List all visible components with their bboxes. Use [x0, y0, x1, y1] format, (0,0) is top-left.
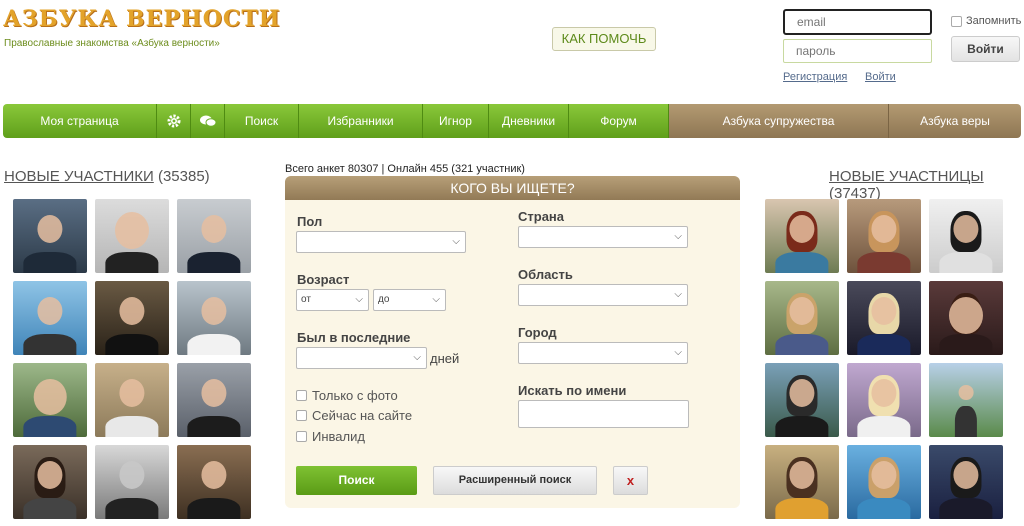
online-now-label: Сейчас на сайте — [312, 408, 413, 423]
chevron-down-icon: ⌵ — [674, 289, 682, 300]
member-photo[interactable] — [95, 445, 169, 519]
member-photo[interactable] — [177, 445, 251, 519]
member-photo[interactable] — [13, 445, 87, 519]
age-from-select[interactable]: от ⌵ — [296, 289, 369, 311]
search-button[interactable]: Поиск — [296, 466, 417, 495]
age-to-value: до — [378, 294, 390, 305]
nav-faith[interactable]: Азбука веры — [889, 104, 1021, 138]
member-photo[interactable] — [929, 281, 1003, 355]
new-members-count: (35385) — [157, 168, 210, 185]
member-photo[interactable] — [13, 281, 87, 355]
new-women-title[interactable]: НОВЫЕ УЧАСТНИЦЫ (37437) — [829, 168, 1024, 202]
only-photo-label: Только с фото — [312, 388, 398, 403]
new-women-link[interactable]: НОВЫЕ УЧАСТНИЦЫ — [829, 168, 984, 185]
search-panel: КОГО ВЫ ИЩЕТЕ? Пол ⌵ Возраст от ⌵ до ⌵ Был… — [285, 176, 740, 508]
member-photo[interactable] — [177, 363, 251, 437]
gender-label: Пол — [297, 214, 323, 229]
chevron-down-icon: ⌵ — [674, 231, 682, 242]
region-label: Область — [518, 267, 573, 282]
remember-me[interactable]: Запомнить — [951, 15, 1021, 27]
last-seen-select[interactable]: ⌵ — [296, 347, 427, 369]
country-label: Страна — [518, 209, 565, 224]
member-photo[interactable] — [95, 281, 169, 355]
member-photo[interactable] — [177, 199, 251, 273]
member-photo[interactable] — [95, 363, 169, 437]
advanced-search-button[interactable]: Расширенный поиск — [433, 466, 597, 495]
online-now-option[interactable]: Сейчас на сайте — [296, 408, 412, 423]
member-photo[interactable] — [847, 281, 921, 355]
nav-favorites[interactable]: Избранники — [299, 104, 423, 138]
site-tagline: Православные знакомства «Азбука верности… — [4, 38, 220, 49]
member-photo[interactable] — [765, 281, 839, 355]
last-seen-label: Был в последние — [297, 330, 411, 345]
password-field[interactable] — [783, 39, 932, 63]
member-photo[interactable] — [929, 363, 1003, 437]
member-photo[interactable] — [177, 281, 251, 355]
site-logo[interactable]: АЗБУКА ВЕРНОСТИ — [3, 6, 281, 32]
remember-label: Запомнить — [966, 15, 1022, 27]
chevron-down-icon: ⌵ — [674, 347, 682, 358]
nav-my-page[interactable]: Моя страница — [3, 104, 157, 138]
name-search-input[interactable] — [518, 400, 689, 428]
member-photo[interactable] — [847, 363, 921, 437]
nav-search[interactable]: Поиск — [225, 104, 299, 138]
chevron-down-icon: ⌵ — [432, 294, 440, 305]
country-select[interactable]: ⌵ — [518, 226, 688, 248]
gender-select[interactable]: ⌵ — [296, 231, 466, 253]
chevron-down-icon: ⌵ — [355, 294, 363, 305]
only-photo-checkbox[interactable] — [296, 390, 307, 401]
member-photo[interactable] — [929, 445, 1003, 519]
search-title: КОГО ВЫ ИЩЕТЕ? — [285, 176, 740, 200]
name-search-label: Искать по имени — [518, 383, 627, 398]
age-from-value: от — [301, 294, 311, 305]
enter-link[interactable]: Войти — [865, 71, 896, 83]
email-field[interactable] — [783, 9, 932, 35]
member-photo[interactable] — [95, 199, 169, 273]
age-label: Возраст — [297, 272, 350, 287]
site-stats: Всего анкет 80307 | Онлайн 455 (321 учас… — [285, 163, 525, 175]
new-women-grid — [765, 199, 1003, 519]
member-photo[interactable] — [13, 199, 87, 273]
main-nav: Моя страница Поиск Избранники Игнор Днев… — [3, 104, 1021, 138]
new-members-link[interactable]: НОВЫЕ УЧАСТНИКИ — [4, 168, 154, 185]
register-link[interactable]: Регистрация — [783, 71, 847, 83]
city-label: Город — [518, 325, 557, 340]
help-button[interactable]: КАК ПОМОЧЬ — [552, 27, 656, 51]
online-now-checkbox[interactable] — [296, 410, 307, 421]
member-photo[interactable] — [765, 363, 839, 437]
chevron-down-icon: ⌵ — [452, 236, 460, 247]
disabled-label: Инвалид — [312, 429, 365, 444]
page: АЗБУКА ВЕРНОСТИ Православные знакомства … — [0, 0, 1024, 526]
member-photo[interactable] — [765, 199, 839, 273]
only-photo-option[interactable]: Только с фото — [296, 388, 398, 403]
disabled-checkbox[interactable] — [296, 431, 307, 442]
nav-diaries[interactable]: Дневники — [489, 104, 569, 138]
nav-ignore[interactable]: Игнор — [423, 104, 489, 138]
gear-icon[interactable] — [157, 104, 191, 138]
member-photo[interactable] — [765, 445, 839, 519]
nav-forum[interactable]: Форум — [569, 104, 669, 138]
region-select[interactable]: ⌵ — [518, 284, 688, 306]
member-photo[interactable] — [847, 445, 921, 519]
new-members-grid — [13, 199, 251, 519]
remember-checkbox[interactable] — [951, 15, 962, 27]
city-select[interactable]: ⌵ — [518, 342, 688, 364]
member-photo[interactable] — [929, 199, 1003, 273]
days-unit: дней — [430, 351, 460, 366]
nav-marriage[interactable]: Азбука супружества — [669, 104, 889, 138]
member-photo[interactable] — [847, 199, 921, 273]
age-to-select[interactable]: до ⌵ — [373, 289, 446, 311]
login-button[interactable]: Войти — [951, 36, 1020, 62]
member-photo[interactable] — [13, 363, 87, 437]
chat-bubbles-icon[interactable] — [191, 104, 225, 138]
disabled-option[interactable]: Инвалид — [296, 429, 365, 444]
reset-button[interactable]: x — [613, 466, 648, 495]
chevron-down-icon: ⌵ — [413, 352, 421, 363]
new-members-title[interactable]: НОВЫЕ УЧАСТНИКИ (35385) — [4, 168, 210, 185]
